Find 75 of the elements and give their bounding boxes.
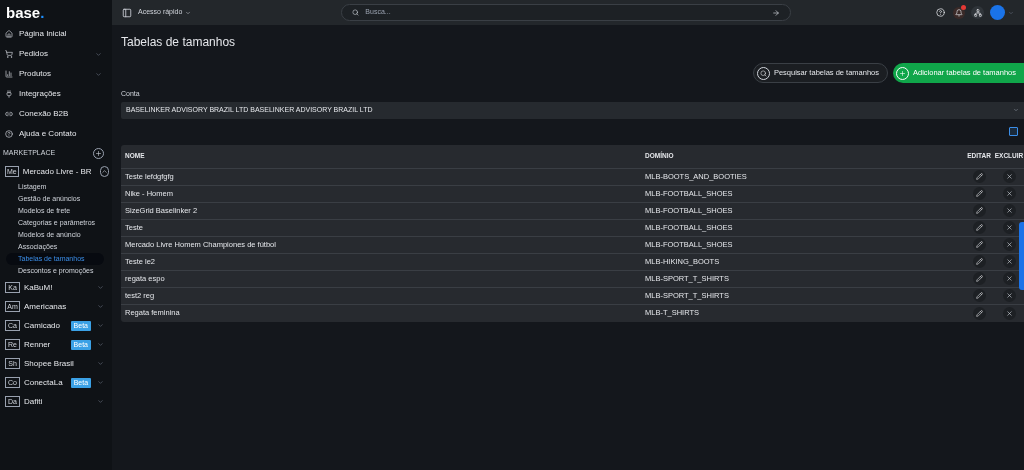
marketplace-label: Shopee Brasil	[24, 357, 74, 370]
delete-button[interactable]	[1002, 204, 1016, 217]
edit-button[interactable]	[972, 187, 986, 200]
edit-button[interactable]	[972, 238, 986, 251]
marketplace-label: Renner	[24, 338, 51, 351]
pencil-icon	[975, 224, 983, 231]
arrow-right-icon[interactable]	[772, 8, 781, 17]
chart-icon	[5, 70, 13, 78]
pencil-icon	[975, 275, 983, 282]
nav-label: Conexão B2B	[19, 108, 69, 120]
nav-item[interactable]: Pedidos	[0, 44, 112, 64]
delete-button[interactable]	[1002, 272, 1016, 285]
nav-label: Pedidos	[19, 48, 48, 60]
pencil-icon	[975, 173, 983, 180]
cart-icon	[5, 50, 13, 58]
pencil-icon	[975, 190, 983, 197]
delete-button[interactable]	[1002, 221, 1016, 234]
close-icon	[1005, 173, 1013, 180]
edit-button[interactable]	[972, 221, 986, 234]
plug-icon	[5, 90, 13, 98]
panel-toggle-icon[interactable]	[1009, 126, 1018, 136]
delete-button[interactable]	[1002, 170, 1016, 183]
marketplace-label: ConectaLa	[23, 376, 63, 389]
nav-item[interactable]: Produtos	[0, 64, 112, 84]
link-icon	[5, 110, 13, 118]
close-icon	[1005, 309, 1013, 317]
nav-item[interactable]: Integrações	[0, 84, 112, 104]
nav-label: Integrações	[19, 88, 61, 100]
edit-button[interactable]	[972, 272, 986, 285]
sidebar-toggle-icon[interactable]	[122, 7, 132, 18]
close-icon	[1005, 190, 1013, 197]
page-title: Tabelas de tamanhos	[121, 35, 237, 49]
caret-icon	[1013, 107, 1019, 113]
close-icon	[1005, 275, 1013, 282]
edit-button[interactable]	[972, 204, 986, 217]
delete-button[interactable]	[1002, 289, 1016, 302]
close-icon	[1005, 207, 1013, 214]
close-icon	[1005, 292, 1013, 299]
close-icon	[1005, 241, 1013, 248]
nav-item[interactable]: Conexão B2B	[0, 104, 112, 124]
home-icon	[5, 30, 13, 38]
marketplace-label: KaBuM!	[24, 281, 53, 294]
marketplace-label: Americanas	[24, 300, 67, 313]
pencil-icon	[975, 258, 983, 265]
marketplace-label: Mercado Livre - BR	[22, 165, 92, 178]
help-icon	[5, 130, 13, 138]
pencil-icon	[975, 241, 983, 248]
edit-button[interactable]	[972, 170, 986, 183]
delete-button[interactable]	[1002, 306, 1016, 320]
nav-label: Página Inicial	[19, 28, 67, 40]
close-icon	[1005, 258, 1013, 265]
search-icon	[352, 9, 360, 16]
delete-button[interactable]	[1002, 255, 1016, 268]
nav-item[interactable]: Página Inicial	[0, 24, 112, 44]
pencil-icon	[975, 292, 983, 299]
help-icon[interactable]	[936, 8, 945, 17]
edit-button[interactable]	[972, 306, 986, 320]
avatar[interactable]	[990, 5, 1005, 20]
network-icon[interactable]	[971, 6, 984, 19]
delete-button[interactable]	[1002, 238, 1016, 251]
marketplace-label: Camicado	[24, 319, 60, 332]
edit-button[interactable]	[972, 255, 986, 268]
nav-label: Produtos	[19, 68, 52, 80]
pencil-icon	[975, 207, 983, 214]
bell-icon[interactable]	[953, 6, 965, 19]
caret-icon	[185, 9, 192, 16]
plus-icon	[95, 149, 102, 157]
logo[interactable]: base.	[6, 4, 45, 20]
close-icon	[1005, 224, 1013, 231]
nav-label: Ajuda e Contato	[19, 128, 77, 140]
delete-button[interactable]	[1002, 187, 1016, 200]
pencil-icon	[975, 309, 983, 317]
edit-button[interactable]	[972, 289, 986, 302]
marketplace-label: Dafiti	[24, 395, 43, 408]
nav-item[interactable]: Ajuda e Contato	[0, 124, 112, 144]
